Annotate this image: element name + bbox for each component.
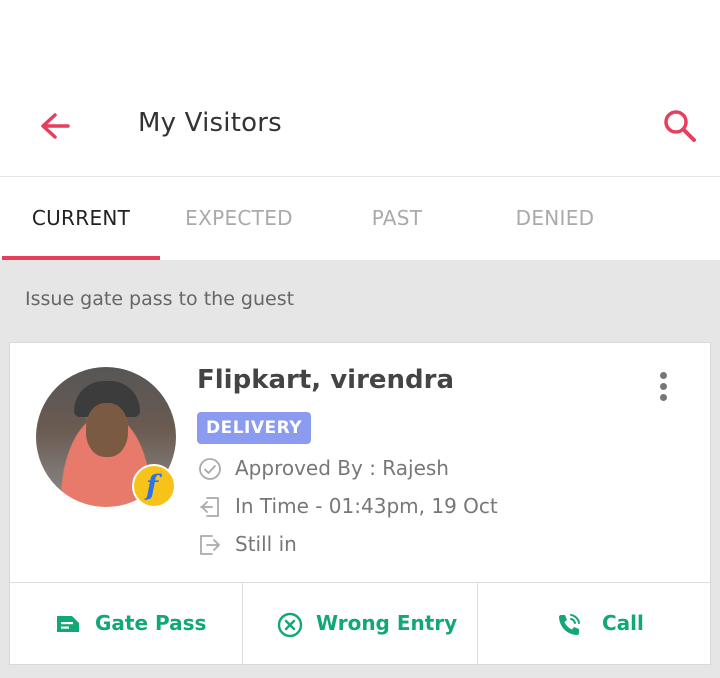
gate-pass-label: Gate Pass — [95, 611, 207, 635]
tab-current[interactable]: CURRENT — [2, 177, 160, 261]
status-text: Still in — [235, 532, 297, 556]
arrow-left-icon — [41, 113, 70, 139]
page-title: My Visitors — [138, 108, 282, 138]
visitor-tabs: CURRENT EXPECTED PAST DENIED — [0, 176, 720, 260]
wrong-entry-button[interactable]: Wrong Entry — [243, 583, 477, 666]
visitor-card[interactable]: f Flipkart, virendra DELIVERY Approved B… — [9, 342, 711, 666]
visitor-type-badge: DELIVERY — [197, 412, 312, 444]
visitor-list: Issue gate pass to the guest f Flipkart,… — [0, 260, 720, 678]
more-options-button[interactable] — [650, 369, 678, 405]
search-icon — [664, 110, 696, 142]
phone-icon — [559, 614, 580, 635]
more-vert-icon — [660, 372, 667, 379]
call-button[interactable]: Call — [478, 583, 710, 666]
flipkart-logo-icon: f — [132, 464, 176, 508]
status-bar-area — [0, 0, 720, 78]
logout-icon — [200, 535, 220, 555]
login-icon — [200, 497, 219, 517]
check-circle-icon — [199, 458, 221, 480]
in-time-text: In Time - 01:43pm, 19 Oct — [235, 494, 498, 518]
cancel-circle-icon — [277, 612, 303, 638]
call-label: Call — [602, 611, 644, 635]
tab-expected[interactable]: EXPECTED — [160, 177, 318, 261]
search-button[interactable] — [662, 108, 698, 144]
hint-text: Issue gate pass to the guest — [25, 288, 295, 310]
avatar-face — [86, 403, 128, 457]
brand-badge-letter: f — [146, 469, 159, 502]
tab-denied[interactable]: DENIED — [476, 177, 634, 261]
gate-pass-button[interactable]: Gate Pass — [10, 583, 242, 666]
tab-past[interactable]: PAST — [318, 177, 476, 261]
approved-by-text: Approved By : Rajesh — [235, 456, 449, 480]
wrong-entry-label: Wrong Entry — [316, 611, 458, 635]
back-button[interactable] — [38, 110, 74, 142]
visitor-name: Flipkart, virendra — [197, 365, 455, 395]
card-actions: Gate Pass Wrong Entry Call — [10, 582, 710, 666]
app-header: My Visitors — [0, 78, 720, 175]
pass-icon — [57, 616, 79, 632]
